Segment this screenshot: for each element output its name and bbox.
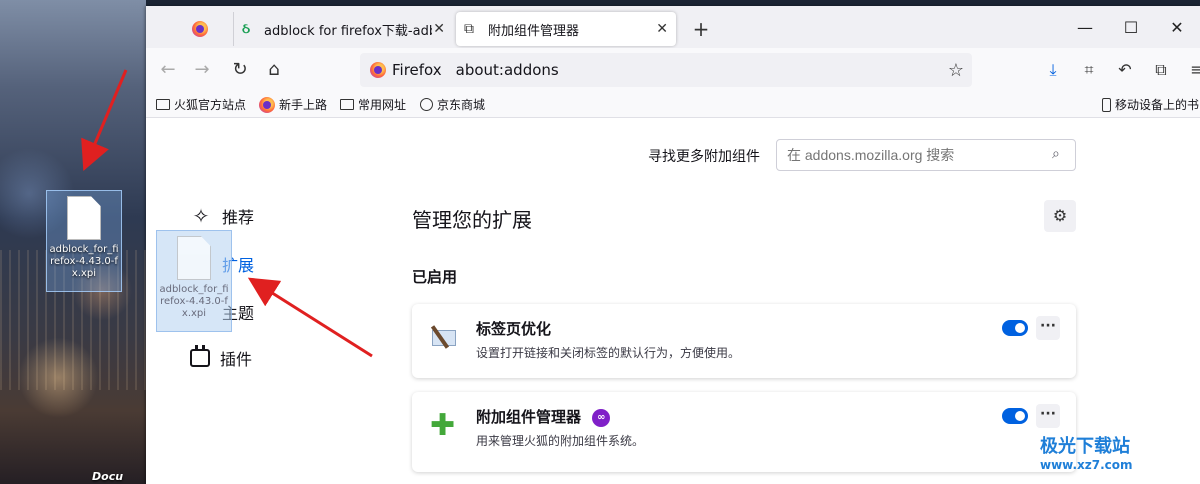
forward-arrow-icon[interactable]: → [190, 58, 214, 82]
dragged-file-ghost: adblock_for_firefox-4.43.0-fx.xpi [156, 230, 232, 332]
extensions-icon[interactable]: ⧉ [1150, 58, 1172, 82]
file-icon [177, 236, 211, 280]
addon-description: 用来管理火狐的附加组件系统。 [476, 434, 645, 448]
browser-window: ઠ adblock for firefox下载-adblo ✕ ⧉ 附加组件管理… [146, 6, 1200, 484]
bookmark-label: 新手上路 [279, 98, 328, 112]
window-controls: — ☐ ✕ [1062, 6, 1200, 48]
firefox-icon [259, 96, 275, 113]
addon-enable-toggle[interactable] [1002, 320, 1028, 336]
sparkle-icon: ✧ [192, 204, 210, 228]
tab-addons-manager[interactable]: ⧉ 附加组件管理器 ✕ [456, 12, 676, 46]
gear-icon[interactable]: ⚙ [1044, 200, 1076, 232]
enabled-section-heading: 已启用 [412, 268, 458, 286]
menu-icon[interactable]: ≡ [1186, 58, 1200, 82]
tab-firefox[interactable] [184, 12, 228, 46]
globe-icon [420, 98, 433, 111]
mobile-device-icon [1102, 97, 1111, 112]
addon-card[interactable]: ✚ 附加组件管理器 ∞ 用来管理火狐的附加组件系统。 ··· [412, 392, 1076, 472]
tab-adblock-download[interactable]: ઠ adblock for firefox下载-adblo ✕ [233, 12, 453, 46]
category-recommend[interactable]: ✧ 推荐 [190, 204, 254, 228]
addon-name-row: 附加组件管理器 ∞ [476, 406, 611, 427]
bookmark-item[interactable]: 常用网址 [340, 96, 406, 113]
bookmarks-toolbar: 火狐官方站点 新手上路 常用网址 京东商城 移动设备上的书 [146, 92, 1200, 118]
page-title: 管理您的扩展 [412, 208, 532, 232]
close-window-button[interactable]: ✕ [1154, 18, 1200, 37]
addon-name: 标签页优化 [476, 320, 552, 338]
desktop-file-icon[interactable]: adblock_for_firefox-4.43.0-fx.xpi [46, 190, 122, 292]
puzzle-icon: ✚ [430, 408, 456, 443]
addon-card[interactable]: 标签页优化 设置打开链接和关闭标签的默认行为，方便使用。 ··· [412, 304, 1076, 378]
addons-search-input[interactable] [776, 139, 1076, 171]
bookmark-item[interactable]: 新手上路 [259, 96, 327, 113]
reload-icon[interactable]: ↻ [228, 58, 252, 82]
more-options-button[interactable]: ··· [1036, 316, 1060, 340]
addon-enable-toggle[interactable] [1002, 408, 1028, 424]
more-options-button[interactable]: ··· [1036, 404, 1060, 428]
category-label: 推荐 [222, 208, 255, 227]
watermark-url: www.xz7.com [1040, 458, 1133, 472]
tab-bar: ઠ adblock for firefox下载-adblo ✕ ⧉ 附加组件管理… [146, 6, 1200, 48]
file-icon [67, 196, 101, 240]
bookmark-label: 移动设备上的书 [1115, 98, 1200, 112]
addon-name: 附加组件管理器 [476, 408, 582, 426]
bookmark-label: 京东商城 [437, 98, 486, 112]
site-favicon-icon: ઠ [242, 21, 251, 37]
tab-options-icon [430, 322, 462, 354]
bookmark-item[interactable]: 火狐官方站点 [156, 96, 246, 113]
bookmark-label: 常用网址 [358, 98, 407, 112]
bookmark-item-mobile[interactable]: 移动设备上的书 [1102, 96, 1199, 113]
minimize-button[interactable]: — [1062, 18, 1108, 37]
category-plugins[interactable]: 插件 [190, 345, 253, 370]
addon-description: 设置打开链接和关闭标签的默认行为，方便使用。 [476, 346, 741, 360]
search-icon: ⌕ [1052, 146, 1060, 162]
addons-content: 寻找更多附加组件 ⌕ ✧ 推荐 扩展 主题 插件 管理您的扩展 ⚙ 已启用 标签… [146, 118, 1200, 484]
new-tab-button[interactable]: + [686, 12, 716, 46]
undo-icon[interactable]: ↶ [1114, 58, 1136, 82]
category-label: 插件 [220, 350, 253, 369]
firefox-icon [192, 21, 208, 37]
url-bar[interactable]: Firefox about:addons ☆ [360, 53, 972, 87]
back-arrow-icon[interactable]: ← [156, 58, 180, 82]
url-text[interactable]: about:addons [456, 61, 559, 79]
identity-label: Firefox [392, 61, 442, 79]
private-browsing-badge-icon: ∞ [592, 408, 611, 427]
firefox-icon [370, 62, 386, 78]
search-label: 寻找更多附加组件 [648, 149, 760, 165]
folder-icon [156, 99, 170, 110]
plugin-icon [190, 345, 210, 367]
desktop-taskbar-label: Docu [92, 470, 124, 483]
close-tab-icon[interactable]: ✕ [433, 21, 445, 37]
screenshot-icon[interactable]: ⌗ [1078, 58, 1100, 82]
puzzle-icon: ⧉ [464, 21, 474, 37]
watermark-title: 极光下载站 [1040, 436, 1130, 457]
toolbar-right: ⤓ ⌗ ↶ ⧉ ≡ [1042, 58, 1200, 82]
identity-box[interactable]: Firefox [370, 61, 456, 79]
home-icon[interactable]: ⌂ [262, 58, 286, 82]
download-icon[interactable]: ⤓ [1042, 58, 1064, 82]
tab-label: adblock for firefox下载-adblo [264, 23, 432, 39]
site-watermark: 极光下载站 www.xz7.com [1040, 432, 1133, 472]
dragged-file-label: adblock_for_firefox-4.43.0-fx.xpi [159, 284, 229, 319]
close-tab-icon[interactable]: ✕ [656, 21, 668, 37]
folder-icon [340, 99, 354, 110]
bookmark-label: 火狐官方站点 [174, 98, 247, 112]
navigation-toolbar: ← → ↻ ⌂ Firefox about:addons ☆ ⤓ ⌗ ↶ ⧉ ≡ [146, 48, 1200, 92]
desktop-file-label: adblock_for_firefox-4.43.0-fx.xpi [49, 244, 119, 279]
tab-label: 附加组件管理器 [488, 23, 580, 39]
bookmark-item[interactable]: 京东商城 [420, 96, 485, 113]
maximize-button[interactable]: ☐ [1108, 18, 1154, 37]
bookmark-star-icon[interactable]: ☆ [948, 60, 964, 81]
